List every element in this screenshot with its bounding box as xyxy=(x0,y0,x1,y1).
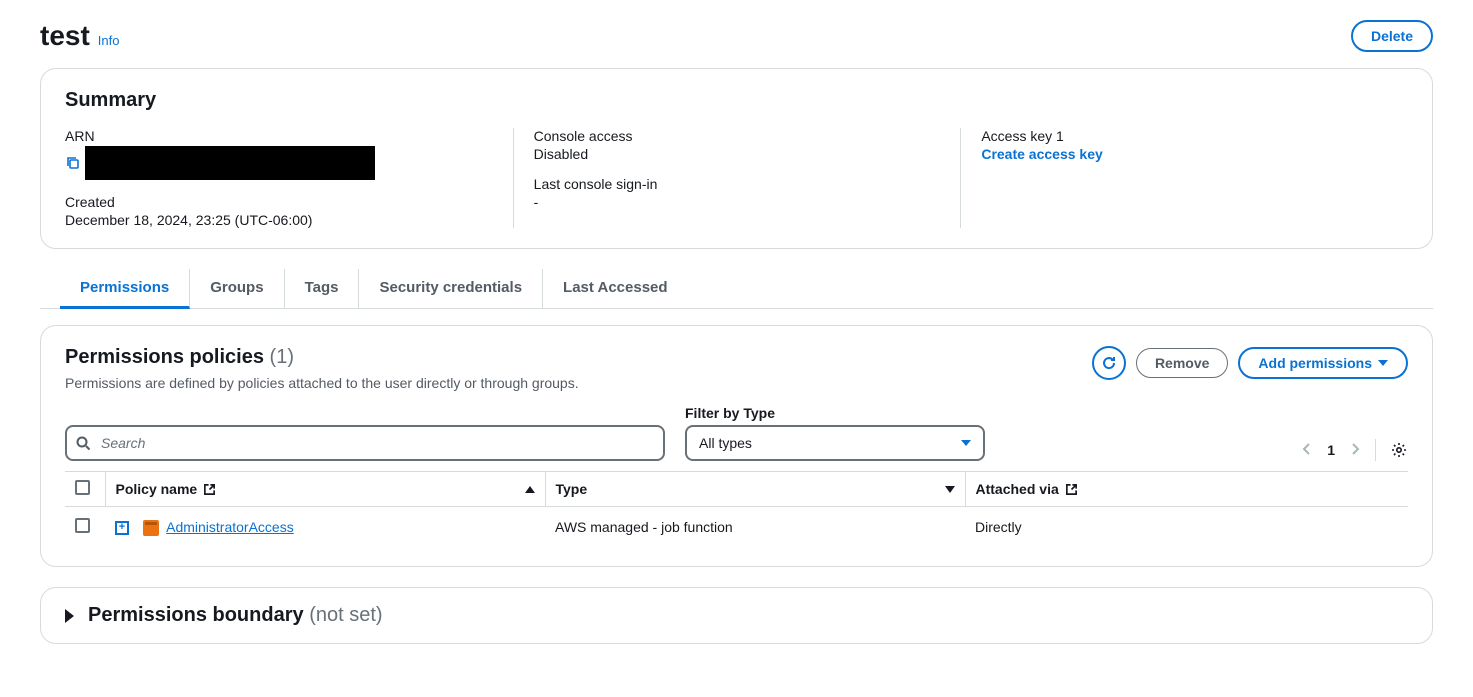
tab-last-accessed[interactable]: Last Accessed xyxy=(543,269,688,308)
created-label: Created xyxy=(65,194,493,210)
filter-type-select[interactable]: All types xyxy=(685,425,985,461)
access-key-label: Access key 1 xyxy=(981,128,1388,144)
policies-panel: Permissions policies (1) Permissions are… xyxy=(40,325,1433,567)
filter-type-label: Filter by Type xyxy=(685,405,985,421)
create-access-key-link[interactable]: Create access key xyxy=(981,146,1102,162)
table-row: + AdministratorAccess AWS managed - job … xyxy=(65,507,1408,547)
tab-security-credentials[interactable]: Security credentials xyxy=(359,269,543,308)
info-link[interactable]: Info xyxy=(98,33,120,48)
console-access-label: Console access xyxy=(534,128,941,144)
tabs: Permissions Groups Tags Security credent… xyxy=(40,269,1433,309)
col-policy-name[interactable]: Policy name xyxy=(116,481,198,497)
chevron-down-icon xyxy=(961,440,971,446)
add-permissions-button[interactable]: Add permissions xyxy=(1238,347,1408,379)
policies-heading: Permissions policies xyxy=(65,346,264,368)
external-link-icon xyxy=(1065,483,1078,496)
policy-box-icon xyxy=(143,520,159,536)
permissions-boundary-toggle[interactable]: Permissions boundary (not set) xyxy=(40,587,1433,644)
tab-tags[interactable]: Tags xyxy=(285,269,360,308)
refresh-button[interactable] xyxy=(1092,346,1126,380)
summary-panel: Summary ARN Created Dec xyxy=(40,68,1433,249)
external-link-icon xyxy=(203,483,216,496)
created-value: December 18, 2024, 23:25 (UTC-06:00) xyxy=(65,212,493,228)
page-number: 1 xyxy=(1327,442,1335,458)
col-type[interactable]: Type xyxy=(556,481,588,497)
sort-asc-icon[interactable] xyxy=(525,486,535,493)
tab-permissions[interactable]: Permissions xyxy=(60,269,190,309)
remove-button[interactable]: Remove xyxy=(1136,348,1228,378)
policy-name-link[interactable]: AdministratorAccess xyxy=(166,519,294,535)
page-title: test xyxy=(40,20,90,52)
policy-type: AWS managed - job function xyxy=(545,507,965,547)
gear-icon[interactable] xyxy=(1390,441,1408,459)
search-input[interactable] xyxy=(65,425,665,461)
boundary-title: Permissions boundary xyxy=(88,604,304,626)
arn-label: ARN xyxy=(65,128,493,144)
expand-row-icon[interactable]: + xyxy=(115,521,129,535)
row-checkbox[interactable] xyxy=(75,518,90,533)
select-all-checkbox[interactable] xyxy=(75,480,90,495)
arn-value-redacted xyxy=(85,146,375,180)
search-icon xyxy=(75,435,91,451)
policies-desc: Permissions are defined by policies atta… xyxy=(65,375,579,391)
col-attached-via[interactable]: Attached via xyxy=(976,481,1059,497)
copy-icon[interactable] xyxy=(65,155,81,171)
boundary-status: (not set) xyxy=(309,604,382,626)
page-prev[interactable] xyxy=(1301,442,1313,459)
page-next[interactable] xyxy=(1349,442,1361,459)
caret-right-icon xyxy=(65,609,74,623)
tab-groups[interactable]: Groups xyxy=(190,269,284,308)
summary-heading: Summary xyxy=(65,89,1408,112)
chevron-down-icon xyxy=(1378,360,1388,366)
sort-desc-icon[interactable] xyxy=(945,486,955,493)
last-signin-value: - xyxy=(534,194,941,210)
console-access-value: Disabled xyxy=(534,146,941,162)
last-signin-label: Last console sign-in xyxy=(534,176,941,192)
policy-attached-via: Directly xyxy=(965,507,1408,547)
policies-count: (1) xyxy=(270,346,294,368)
delete-button[interactable]: Delete xyxy=(1351,20,1433,52)
policies-table: Policy name Type xyxy=(65,471,1408,546)
